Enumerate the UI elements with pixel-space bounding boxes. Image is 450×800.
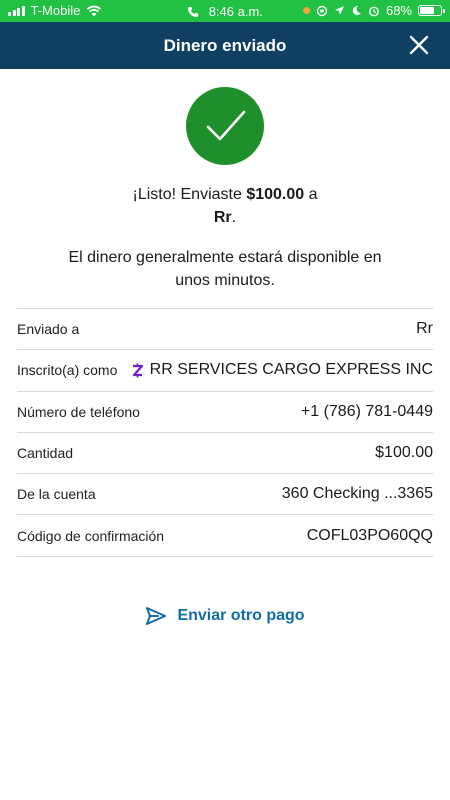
zelle-icon: [132, 363, 143, 378]
page-title: Dinero enviado: [163, 36, 287, 55]
send-icon: [146, 607, 167, 625]
confirmation-recipient: Rr: [213, 209, 232, 226]
detail-value: +1 (786) 781-0449: [300, 402, 433, 420]
confirmation-to: a: [304, 186, 318, 203]
orientation-lock-icon: [316, 5, 328, 16]
detail-row-phone: Número de teléfono +1 (786) 781-0449: [17, 392, 433, 433]
detail-row-sent-to: Enviado a Rr: [17, 309, 433, 351]
confirmation-message: ¡Listo! Enviaste $100.00 a Rr.: [40, 183, 410, 229]
detail-value: Rr: [416, 320, 433, 338]
detail-value: COFL03PO60QQ: [306, 526, 433, 544]
detail-value: $100.00: [375, 444, 433, 462]
close-icon[interactable]: [406, 32, 432, 58]
detail-label: De la cuenta: [17, 486, 96, 503]
recording-dot-icon: [302, 7, 310, 14]
detail-row-confirmation-code: Código de confirmación COFL03PO60QQ: [17, 515, 433, 557]
detail-label: Código de confirmación: [17, 527, 165, 544]
detail-row-from-account: De la cuenta 360 Checking ...3365: [17, 474, 433, 516]
moon-icon: [352, 5, 361, 15]
confirmation-amount: $100.00: [246, 186, 305, 203]
detail-row-amount: Cantidad $100.00: [17, 433, 433, 475]
status-bar: T-Mobile 8:46 a.m. 68%: [0, 0, 450, 22]
success-badge: [186, 87, 264, 165]
detail-row-enrolled-as: Inscrito(a) como RR SERVICES CARGO EXPRE…: [17, 350, 433, 392]
app-header: Dinero enviado: [0, 22, 450, 69]
checkmark-icon: [206, 110, 246, 141]
detail-label: Enviado a: [17, 321, 80, 338]
confirmation-prefix: ¡Listo! Enviaste: [132, 186, 247, 203]
status-time: 8:46 a.m.: [208, 4, 263, 20]
transfer-details: Enviado a Rr Inscrito(a) como RR SERVICE…: [17, 308, 433, 557]
send-another-payment-label: Enviar otro pago: [177, 607, 305, 624]
detail-value: 360 Checking ...3365: [281, 485, 433, 503]
phone-icon: [188, 6, 199, 17]
battery-icon: [418, 5, 445, 16]
confirmation-period: .: [231, 209, 237, 226]
availability-message: El dinero generalmente estará disponible…: [68, 249, 382, 289]
detail-label: Cantidad: [17, 445, 74, 462]
detail-label: Número de teléfono: [17, 403, 140, 420]
send-another-payment-button[interactable]: Enviar otro pago: [0, 606, 450, 626]
detail-label: Inscrito(a) como: [17, 362, 118, 379]
location-icon: [334, 6, 344, 15]
alarm-icon: [369, 6, 379, 16]
detail-value: RR SERVICES CARGO EXPRESS INC: [149, 361, 433, 379]
battery-percent: 68%: [385, 3, 412, 18]
